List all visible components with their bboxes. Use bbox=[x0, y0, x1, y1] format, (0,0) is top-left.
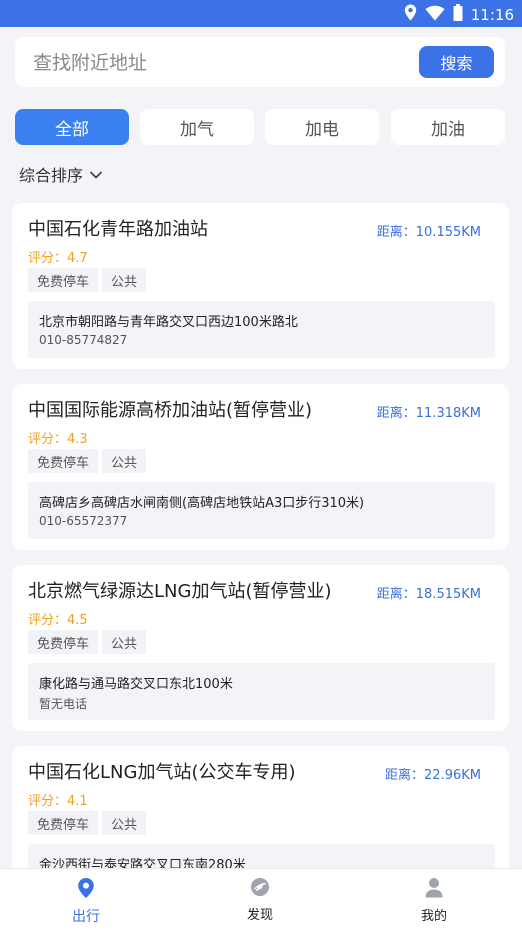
station-card[interactable]: 中国国际能源高桥加油站(暂停营业) 距离：11.318KM 评分：4.3 免费停… bbox=[12, 384, 509, 550]
status-icons: 11:16 bbox=[404, 4, 514, 25]
station-rating: 评分：4.5 bbox=[28, 613, 88, 628]
station-address: 康化路与通马路交叉口东北100米 bbox=[39, 677, 233, 692]
tag-public: 公共 bbox=[102, 811, 147, 835]
station-tags: 免费停车 公共 bbox=[28, 268, 147, 292]
status-time: 11:16 bbox=[470, 5, 514, 24]
station-name: 中国石化LNG加气站(公交车专用) bbox=[28, 762, 296, 783]
tag-free-parking: 免费停车 bbox=[28, 449, 99, 473]
sort-label: 综合排序 bbox=[19, 166, 84, 185]
station-card[interactable]: 中国石化青年路加油站 距离：10.155KM 评分：4.7 免费停车 公共 北京… bbox=[12, 203, 509, 369]
tag-public: 公共 bbox=[102, 630, 147, 654]
tab-all[interactable]: 全部 bbox=[15, 109, 129, 145]
station-card[interactable]: 北京燃气绿源达LNG加气站(暂停营业) 距离：18.515KM 评分：4.5 免… bbox=[12, 565, 509, 731]
station-address: 北京市朝阳路与青年路交叉口西边100米路北 bbox=[39, 315, 298, 330]
location-pin-icon bbox=[77, 877, 95, 903]
station-tags: 免费停车 公共 bbox=[28, 811, 147, 835]
bottom-nav: 出行 发现 我的 bbox=[0, 868, 522, 930]
nav-label: 出行 bbox=[72, 909, 100, 925]
station-distance: 距离：18.515KM bbox=[376, 587, 481, 602]
station-info: 康化路与通马路交叉口东北100米 暂无电话 bbox=[28, 663, 495, 720]
nav-label: 发现 bbox=[246, 908, 273, 923]
wifi-icon bbox=[425, 5, 445, 25]
user-icon bbox=[425, 877, 443, 902]
station-address: 高碑店乡高碑店水闸南侧(高碑店地铁站A3口步行310米) bbox=[39, 496, 365, 511]
station-distance: 距离：22.96KM bbox=[385, 768, 481, 783]
station-phone[interactable]: 010-65572377 bbox=[39, 514, 127, 528]
search-bar: 搜索 bbox=[15, 37, 505, 87]
nav-profile[interactable]: 我的 bbox=[384, 877, 484, 927]
tab-fuel[interactable]: 加油 bbox=[391, 109, 505, 145]
filter-tabs: 全部 加气 加电 加油 bbox=[15, 109, 505, 145]
station-tags: 免费停车 公共 bbox=[28, 449, 147, 473]
location-icon bbox=[404, 4, 417, 25]
search-input[interactable] bbox=[31, 47, 415, 79]
status-bar: 11:16 bbox=[0, 0, 522, 27]
nav-travel[interactable]: 出行 bbox=[36, 877, 136, 927]
station-info: 北京市朝阳路与青年路交叉口西边100米路北 010-85774827 bbox=[28, 301, 495, 358]
search-button[interactable]: 搜索 bbox=[419, 46, 494, 78]
station-rating: 评分：4.3 bbox=[28, 432, 88, 447]
tag-public: 公共 bbox=[102, 449, 147, 473]
station-rating: 评分：4.7 bbox=[28, 251, 88, 266]
tab-gas[interactable]: 加气 bbox=[140, 109, 254, 145]
tab-charging[interactable]: 加电 bbox=[265, 109, 379, 145]
station-rating: 评分：4.1 bbox=[28, 794, 88, 809]
nav-discover[interactable]: 发现 bbox=[210, 877, 310, 927]
station-info: 高碑店乡高碑店水闸南侧(高碑店地铁站A3口步行310米) 010-6557237… bbox=[28, 482, 495, 539]
station-name: 北京燃气绿源达LNG加气站(暂停营业) bbox=[28, 581, 332, 602]
station-name: 中国石化青年路加油站 bbox=[28, 219, 208, 240]
station-phone[interactable]: 暂无电话 bbox=[39, 695, 87, 712]
discover-icon bbox=[250, 877, 270, 901]
sort-dropdown[interactable]: 综合排序 bbox=[19, 162, 103, 186]
nav-label: 我的 bbox=[420, 909, 447, 924]
station-distance: 距离：10.155KM bbox=[376, 225, 481, 240]
station-phone[interactable]: 010-85774827 bbox=[39, 333, 127, 347]
tag-public: 公共 bbox=[102, 268, 147, 292]
station-tags: 免费停车 公共 bbox=[28, 630, 147, 654]
chevron-down-icon bbox=[89, 165, 103, 184]
tag-free-parking: 免费停车 bbox=[28, 630, 99, 654]
tag-free-parking: 免费停车 bbox=[28, 811, 99, 835]
station-distance: 距离：11.318KM bbox=[376, 406, 481, 421]
station-name: 中国国际能源高桥加油站(暂停营业) bbox=[28, 400, 313, 421]
battery-icon bbox=[453, 4, 463, 25]
tag-free-parking: 免费停车 bbox=[28, 268, 99, 292]
